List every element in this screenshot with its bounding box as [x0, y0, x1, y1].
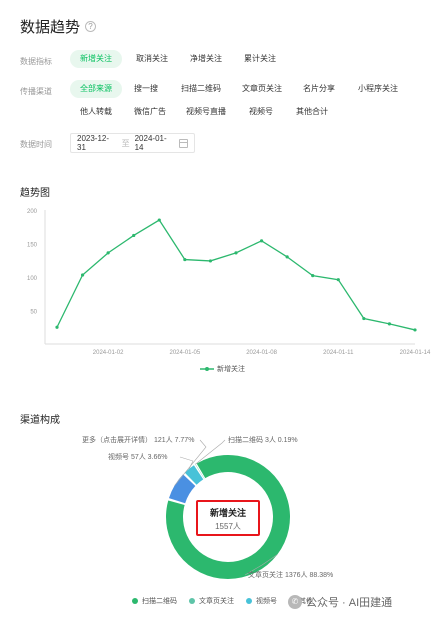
data-point: [259, 239, 264, 243]
legend-label-qrcode: 扫描二维码: [142, 598, 177, 605]
metric-chip-new-follow[interactable]: 新增关注: [70, 50, 122, 68]
donut-center-value: 1557人: [215, 522, 241, 531]
y-tick-label: 200: [27, 209, 38, 215]
source-chip-qrcode[interactable]: 扫描二维码: [171, 80, 231, 98]
data-point: [413, 328, 417, 332]
trend-chart: 50 100 150 200 2024-01-02 2024-01-05 2024-01-0…: [27, 209, 431, 356]
data-point: [132, 233, 136, 238]
legend-item-qrcode[interactable]: 扫描二维码: [132, 596, 177, 606]
y-tick-label: 150: [27, 243, 38, 249]
end-date[interactable]: 2024-01-14: [135, 134, 175, 152]
calendar-icon[interactable]: [179, 138, 188, 148]
time-filter-label: 数据时间: [20, 140, 52, 149]
source-chip-wechat-ads[interactable]: 微信广告: [124, 103, 176, 121]
source-chip-repost[interactable]: 他人转载: [70, 103, 122, 121]
data-point: [311, 274, 315, 278]
date-range-picker[interactable]: 2023-12-31 至 2024-01-14: [70, 133, 195, 153]
data-point: [157, 218, 161, 222]
leader-line: [179, 456, 194, 469]
legend-dot-icon: [189, 598, 195, 604]
x-tick-label: 2024-01-02: [93, 350, 124, 356]
watermark: ✆ 公众号 · AI田建通: [288, 594, 392, 610]
data-point: [208, 259, 213, 263]
data-point: [80, 273, 85, 277]
data-point: [55, 325, 59, 329]
legend-label-channels: 视频号: [256, 598, 277, 605]
slice-label: 视频号 57人 3.66%: [108, 452, 168, 461]
donut-center-title: 新增关注: [209, 508, 246, 518]
y-tick-label: 100: [27, 276, 38, 282]
date-separator: 至: [121, 138, 130, 148]
slice-label: 更多（点击展开详情） 121人 7.77%: [82, 435, 194, 444]
data-point: [387, 322, 392, 326]
x-tick-label: 2024-01-14: [400, 350, 431, 356]
wechat-icon: ✆: [288, 595, 302, 609]
trend-legend-label: 新增关注: [217, 366, 245, 373]
legend-item-channels[interactable]: 视频号: [246, 596, 277, 606]
legend-dot-icon: [132, 598, 138, 604]
channel-chart-title: 渠道构成: [20, 415, 60, 426]
source-chip-all[interactable]: 全部来源: [70, 80, 122, 98]
source-chip-channels-live[interactable]: 视频号直播: [176, 103, 236, 121]
trend-legend-marker: [200, 367, 214, 371]
data-point: [183, 257, 187, 262]
y-tick-label: 50: [30, 310, 37, 316]
watermark-text: 公众号 · AI田建通: [306, 597, 393, 609]
slice-label: 文章页关注 1376人 88.38%: [248, 570, 333, 579]
source-filter-label: 传播渠道: [20, 87, 52, 96]
page-title-text: 数据趋势: [20, 19, 81, 36]
x-tick-label: 2024-01-08: [246, 350, 277, 356]
source-chip-miniprogram[interactable]: 小程序关注: [348, 80, 408, 98]
series-line: [56, 219, 416, 331]
start-date[interactable]: 2023-12-31: [77, 134, 117, 152]
data-point: [234, 251, 238, 255]
x-tick-label: 2024-01-05: [170, 350, 201, 356]
source-chip-card-share[interactable]: 名片分享: [293, 80, 345, 98]
data-point: [336, 278, 340, 282]
data-point: [285, 255, 289, 259]
metric-filter-label: 数据指标: [20, 57, 52, 66]
data-point: [362, 316, 366, 321]
legend-item-article[interactable]: 文章页关注: [189, 596, 234, 606]
data-point: [106, 251, 110, 255]
x-tick-label: 2024-01-11: [323, 350, 354, 356]
trend-chart-title: 趋势图: [20, 188, 50, 199]
slice-label: 扫描二维码 3人 0.19%: [228, 435, 298, 444]
source-chip-channels[interactable]: 视频号: [239, 103, 283, 121]
source-chip-other-total[interactable]: 其他合计: [286, 103, 338, 121]
source-chip-article[interactable]: 文章页关注: [232, 80, 292, 98]
metric-chip-unfollow[interactable]: 取消关注: [126, 50, 178, 68]
donut-center-highlight: 新增关注 1557人: [196, 500, 260, 536]
page-title: 数据趋势 ?: [20, 16, 97, 37]
trend-legend: 新增关注: [200, 364, 245, 374]
legend-label-article: 文章页关注: [199, 598, 234, 605]
question-circle-icon[interactable]: ?: [85, 21, 97, 32]
donut-legend: 扫描二维码 文章页关注 视频号 其他: [132, 596, 313, 606]
metric-chip-total-follow[interactable]: 累计关注: [234, 50, 286, 68]
metric-chip-net-follow[interactable]: 净增关注: [180, 50, 232, 68]
source-chip-search[interactable]: 搜一搜: [124, 80, 168, 98]
legend-dot-icon: [246, 598, 252, 604]
